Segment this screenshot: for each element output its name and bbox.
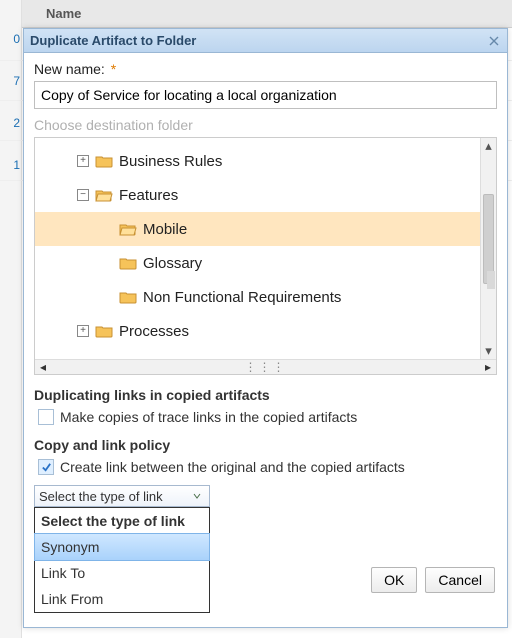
folder-icon xyxy=(95,154,113,168)
expand-icon[interactable]: + xyxy=(77,325,89,337)
tree-item[interactable]: − Features xyxy=(35,178,480,212)
chevron-down-icon xyxy=(189,488,205,504)
new-name-input[interactable] xyxy=(34,81,497,109)
duplicate-artifact-dialog: Duplicate Artifact to Folder New name: *… xyxy=(23,28,508,628)
horizontal-scrollbar[interactable]: ◂ ⋮⋮⋮ ▸ xyxy=(35,359,496,374)
tree-item[interactable]: Glossary xyxy=(35,246,480,280)
create-link-row[interactable]: Create link between the original and the… xyxy=(38,459,497,475)
folder-tree-viewport[interactable]: + Business Rules − Features Mobile Glossary No… xyxy=(35,138,480,359)
dialog-buttons: OK Cancel xyxy=(371,567,495,593)
link-type-combobox[interactable]: Select the type of link Select the type … xyxy=(34,485,210,507)
expand-icon[interactable]: + xyxy=(77,155,89,167)
scroll-grip-icon[interactable]: ⋮⋮⋮ xyxy=(51,360,480,374)
link-type-option[interactable]: Synonym xyxy=(34,533,210,561)
create-link-label: Create link between the original and the… xyxy=(60,459,405,475)
row-id[interactable]: 1 xyxy=(0,158,22,172)
copy-link-policy-header: Copy and link policy xyxy=(34,437,497,453)
duplicating-links-header: Duplicating links in copied artifacts xyxy=(34,387,497,403)
tree-item-label: Features xyxy=(119,187,178,204)
dialog-titlebar[interactable]: Duplicate Artifact to Folder xyxy=(24,29,507,53)
column-header-name: Name xyxy=(46,6,81,21)
new-name-label: New name: * xyxy=(34,61,116,77)
scroll-up-icon[interactable]: ▴ xyxy=(481,138,496,154)
tree-item[interactable]: Project Meetings xyxy=(35,348,480,359)
folder-tree: + Business Rules − Features Mobile Glossary No… xyxy=(34,137,497,375)
scroll-down-icon[interactable]: ▾ xyxy=(481,343,496,359)
table-header: Name xyxy=(0,0,512,28)
link-type-button[interactable]: Select the type of link xyxy=(34,485,210,507)
collapse-icon[interactable]: − xyxy=(77,189,89,201)
tree-item-label: Business Rules xyxy=(119,153,222,170)
folder-icon xyxy=(119,256,137,270)
folder-icon xyxy=(119,290,137,304)
scroll-left-icon[interactable]: ◂ xyxy=(35,360,51,374)
copy-trace-links-label: Make copies of trace links in the copied… xyxy=(60,409,357,425)
ok-button[interactable]: OK xyxy=(371,567,417,593)
tree-item[interactable]: Non Functional Requirements xyxy=(35,280,480,314)
tree-item[interactable]: + Business Rules xyxy=(35,144,480,178)
cancel-button[interactable]: Cancel xyxy=(425,567,495,593)
copy-trace-links-checkbox[interactable] xyxy=(38,409,54,425)
link-type-selected: Select the type of link xyxy=(39,489,163,504)
row-number-gutter xyxy=(0,0,22,638)
folder-open-icon xyxy=(119,222,137,236)
link-type-option[interactable]: Link To xyxy=(35,560,209,586)
vertical-scrollbar[interactable]: ▴ ▾ xyxy=(480,138,496,359)
dialog-title: Duplicate Artifact to Folder xyxy=(30,33,196,48)
close-icon[interactable] xyxy=(487,34,501,48)
tree-item[interactable]: Mobile xyxy=(35,212,480,246)
tree-item-label: Mobile xyxy=(143,221,187,238)
folder-open-icon xyxy=(95,188,113,202)
scroll-mark xyxy=(487,271,495,289)
copy-trace-links-row[interactable]: Make copies of trace links in the copied… xyxy=(38,409,497,425)
row-id[interactable]: 2 xyxy=(0,116,22,130)
row-id[interactable]: 7 xyxy=(0,74,22,88)
link-type-option[interactable]: Link From xyxy=(35,586,209,612)
link-type-option[interactable]: Select the type of link xyxy=(35,508,209,534)
scroll-right-icon[interactable]: ▸ xyxy=(480,360,496,374)
row-id[interactable]: 0 xyxy=(0,32,22,46)
tree-item-label: Glossary xyxy=(143,255,202,272)
link-type-dropdown[interactable]: Select the type of linkSynonymLink ToLin… xyxy=(34,507,210,613)
destination-hint: Choose destination folder xyxy=(34,117,497,133)
tree-item-label: Non Functional Requirements xyxy=(143,289,341,306)
dialog-body: New name: * Choose destination folder + B… xyxy=(24,53,507,517)
create-link-checkbox[interactable] xyxy=(38,459,54,475)
tree-item-label: Processes xyxy=(119,323,189,340)
folder-icon xyxy=(95,324,113,338)
tree-item[interactable]: + Processes xyxy=(35,314,480,348)
required-marker: * xyxy=(111,61,116,77)
